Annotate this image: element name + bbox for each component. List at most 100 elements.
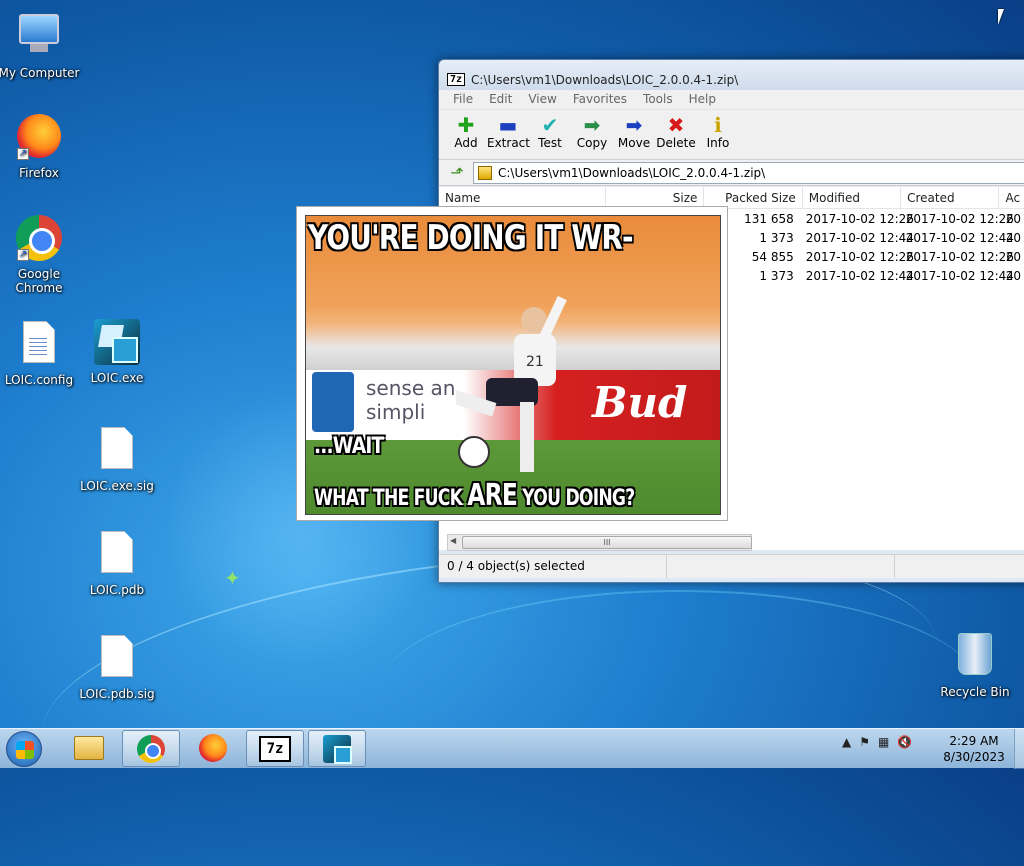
- desktop-icon-label: My Computer: [0, 66, 80, 80]
- extract-button[interactable]: ▬ Extract: [487, 110, 530, 159]
- delete-x-icon: ✖: [667, 113, 685, 137]
- cell-accessed: 20: [1005, 212, 1022, 226]
- window-title: C:\Users\vm1\Downloads\LOIC_2.0.0.4-1.zi…: [471, 72, 739, 87]
- taskbar-item-chrome[interactable]: [122, 730, 180, 767]
- desktop-icon-label: LOIC.exe.sig: [80, 479, 154, 493]
- action-center-icon[interactable]: ⚑: [859, 735, 870, 749]
- jersey-number: 21: [526, 354, 544, 370]
- loic-app-icon: [323, 735, 352, 764]
- 7zip-icon: 7z: [259, 736, 291, 762]
- cell-created: 2017-10-02 12:26: [905, 212, 1014, 226]
- menu-tools[interactable]: Tools: [635, 90, 681, 109]
- volume-muted-icon[interactable]: 🔇: [897, 735, 912, 749]
- menu-view[interactable]: View: [520, 90, 564, 109]
- menu-help[interactable]: Help: [681, 90, 724, 109]
- horizontal-scrollbar[interactable]: ◀ III: [447, 534, 752, 551]
- clock-date: 8/30/2023: [943, 750, 1005, 764]
- address-bar: ⬏ C:\Users\vm1\Downloads\LOIC_2.0.0.4-1.…: [439, 160, 1024, 186]
- meme-image-window[interactable]: sense an simpli Bud 21 YOU'RE DOING IT WR…: [296, 206, 728, 521]
- column-packed-size[interactable]: Packed Size: [704, 187, 803, 208]
- desktop-icon-loic-pdb-sig[interactable]: LOIC.pdb.sig: [75, 632, 159, 701]
- column-modified[interactable]: Modified: [803, 187, 902, 208]
- add-button[interactable]: ✚ Add: [445, 110, 487, 159]
- show-hidden-icons-button[interactable]: ▲: [842, 735, 851, 749]
- info-icon: ℹ: [714, 113, 722, 137]
- start-button[interactable]: [6, 731, 42, 767]
- mouse-cursor-icon: [998, 9, 1010, 25]
- clock[interactable]: 2:29 AM 8/30/2023: [938, 733, 1010, 765]
- delete-button[interactable]: ✖ Delete: [655, 110, 697, 159]
- folder-icon: [74, 736, 104, 760]
- copy-button[interactable]: ➡ Copy: [571, 110, 613, 159]
- test-button-label: Test: [538, 136, 562, 150]
- test-button[interactable]: ✔ Test: [529, 110, 571, 159]
- delete-button-label: Delete: [656, 136, 696, 150]
- copy-button-label: Copy: [576, 136, 608, 150]
- column-created[interactable]: Created: [901, 187, 1000, 208]
- cell-accessed: 20: [1005, 231, 1022, 245]
- menu-file[interactable]: File: [445, 90, 481, 109]
- desktop-icon-loic-pdb[interactable]: LOIC.pdb: [75, 528, 159, 597]
- sign-text-right: Bud: [592, 378, 688, 427]
- cell-accessed: 20: [1005, 250, 1022, 264]
- taskbar: 7z ▲ ⚑ ▦ 🔇 2:29 AM 8/30/2023: [0, 728, 1024, 769]
- chrome-icon: [137, 735, 165, 763]
- window-titlebar[interactable]: 7z C:\Users\vm1\Downloads\LOIC_2.0.0.4-1…: [439, 60, 1024, 90]
- desktop-icon-google-chrome[interactable]: ↗ Google Chrome: [0, 214, 81, 295]
- status-bar: 0 / 4 object(s) selected: [439, 554, 1024, 578]
- desktop-icon-recycle-bin[interactable]: Recycle Bin: [933, 630, 1017, 699]
- desktop-icon-label: LOIC.exe: [90, 371, 144, 385]
- desktop-icon-label: Google Chrome: [15, 267, 63, 295]
- taskbar-item-explorer[interactable]: [60, 730, 118, 767]
- zip-icon: [478, 165, 492, 180]
- desktop-icon-label: LOIC.pdb.sig: [79, 687, 155, 701]
- wallpaper-clover-icon: ✦: [224, 566, 241, 590]
- cell-created: 2017-10-02 12:44: [905, 269, 1014, 283]
- show-desktop-button[interactable]: [1014, 729, 1024, 769]
- system-tray: ▲ ⚑ ▦ 🔇: [842, 735, 912, 749]
- menu-favorites[interactable]: Favorites: [565, 90, 635, 109]
- desktop-icon-my-computer[interactable]: My Computer: [0, 10, 81, 80]
- move-arrow-icon: ➡: [625, 113, 643, 137]
- cell-modified: 2017-10-02 12:26: [805, 212, 914, 226]
- desktop-icon-label: Recycle Bin: [940, 685, 1010, 699]
- desktop-icon-loic-exe-sig[interactable]: LOIC.exe.sig: [75, 424, 159, 493]
- loic-app-icon: [93, 319, 141, 367]
- column-name[interactable]: Name: [439, 187, 607, 208]
- column-accessed[interactable]: Ac: [999, 187, 1024, 208]
- meme-caption-bottom: WHAT THE FUCK ARE YOU DOING?: [314, 478, 635, 513]
- address-field[interactable]: C:\Users\vm1\Downloads\LOIC_2.0.0.4-1.zi…: [473, 161, 1024, 184]
- sign-text-left: sense an: [366, 376, 456, 400]
- menu-edit[interactable]: Edit: [481, 90, 520, 109]
- address-path: C:\Users\vm1\Downloads\LOIC_2.0.0.4-1.zi…: [498, 165, 766, 180]
- meme-caption-top: YOU'RE DOING IT WR-: [308, 218, 634, 258]
- desktop-icon-firefox[interactable]: ↗ Firefox: [0, 112, 81, 180]
- up-folder-icon[interactable]: ⬏: [447, 163, 467, 183]
- meme-caption-middle: ...WAIT: [314, 434, 384, 459]
- check-icon: ✔: [541, 113, 559, 137]
- cell-modified: 2017-10-02 12:26: [805, 250, 914, 264]
- taskbar-item-loic[interactable]: [308, 730, 366, 767]
- file-icon: [93, 635, 141, 683]
- sign-text-left2: simpli: [366, 400, 426, 424]
- scroll-left-icon[interactable]: ◀: [450, 536, 456, 545]
- desktop-icon-loic-exe[interactable]: LOIC.exe: [75, 318, 159, 385]
- computer-icon: [15, 14, 63, 62]
- scroll-thumb[interactable]: III: [462, 536, 752, 549]
- clock-time: 2:29 AM: [949, 734, 999, 748]
- taskbar-item-7zip[interactable]: 7z: [246, 730, 304, 767]
- move-button[interactable]: ➡ Move: [613, 110, 655, 159]
- info-button[interactable]: ℹ Info: [697, 110, 739, 159]
- windows-logo-icon: [16, 741, 34, 759]
- taskbar-item-firefox[interactable]: [184, 730, 242, 767]
- extract-button-label: Extract: [487, 136, 530, 150]
- column-size[interactable]: Size: [606, 187, 705, 208]
- recycle-bin-icon: [951, 633, 999, 681]
- network-icon[interactable]: ▦: [878, 735, 889, 749]
- cell-created: 2017-10-02 12:44: [905, 231, 1014, 245]
- file-icon: [93, 531, 141, 579]
- meme-image: sense an simpli Bud 21 YOU'RE DOING IT WR…: [305, 215, 721, 515]
- desktop-icon-loic-config[interactable]: LOIC.config: [0, 318, 81, 387]
- minus-icon: ▬: [498, 113, 518, 137]
- cell-modified: 2017-10-02 12:44: [805, 231, 914, 245]
